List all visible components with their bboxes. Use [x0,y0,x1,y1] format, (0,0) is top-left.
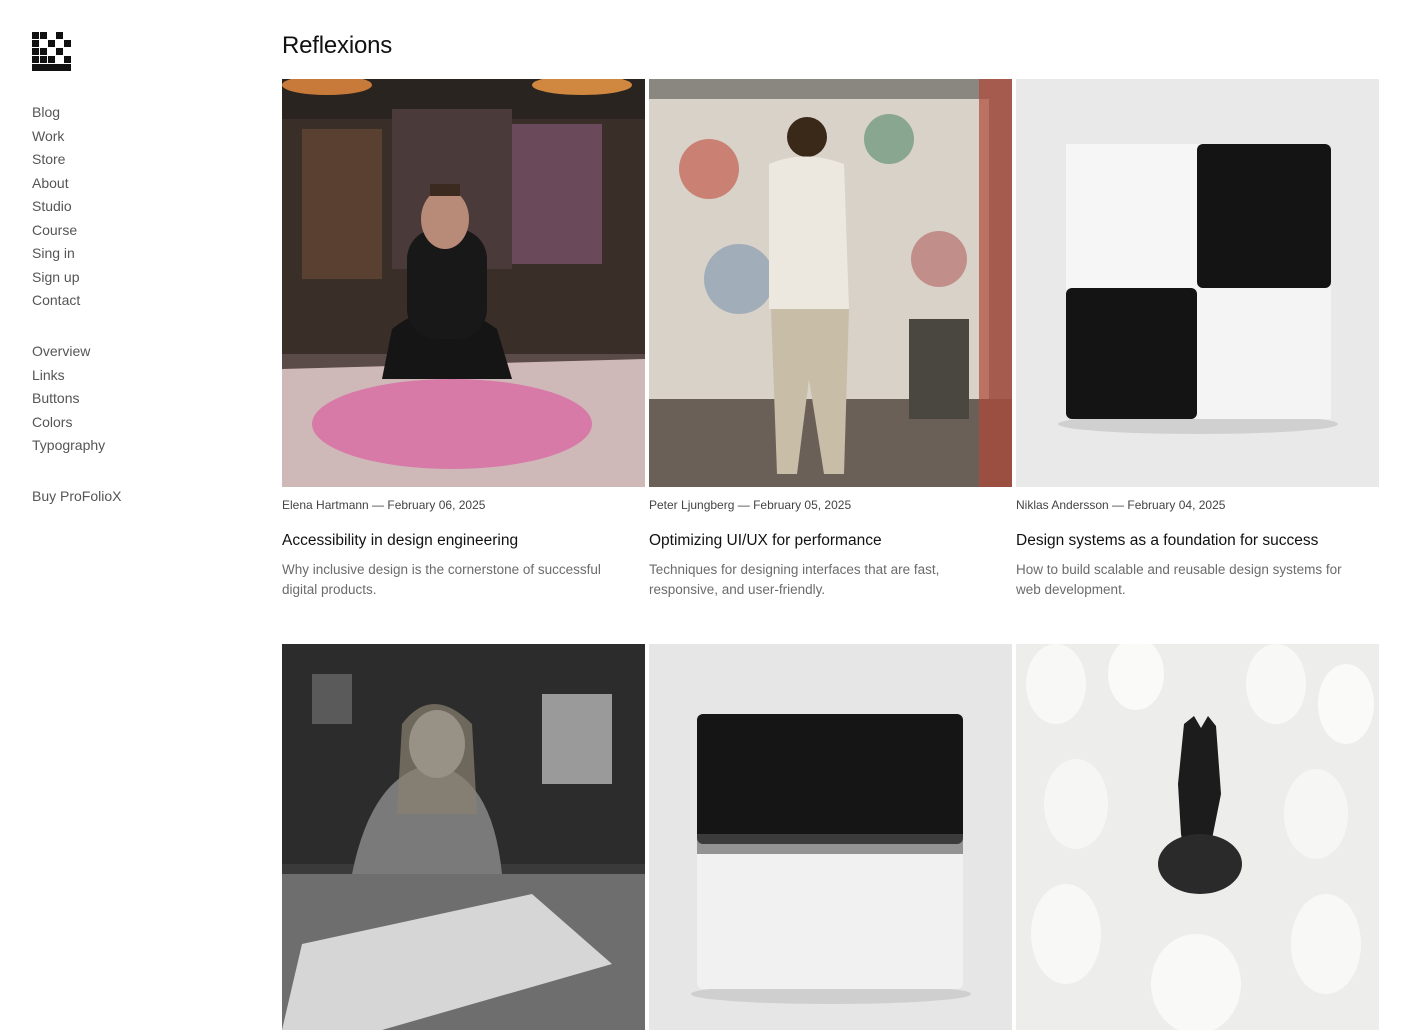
page-title: Reflexions [282,32,393,59]
nav-item-sign-in[interactable]: Sing in [32,242,80,266]
woman-drawing-photo[interactable] [282,644,645,1030]
nav-item-buttons[interactable]: Buttons [32,387,105,411]
post-description: Techniques for designing interfaces that… [649,562,940,597]
post-meta: Peter Ljungberg — February 05, 2025 [649,498,852,512]
post-card: Niklas Andersson — February 04, 2025 Des… [1016,79,1379,599]
nav-item-typography[interactable]: Typography [32,434,105,458]
secondary-nav: Overview Links Buttons Colors Typography [32,340,105,458]
post-meta: Elena Hartmann — February 06, 2025 [282,498,486,512]
nav-item-work[interactable]: Work [32,125,80,149]
nav-item-sign-up[interactable]: Sign up [32,266,80,290]
post-card [649,644,1012,1030]
post-title[interactable]: Accessibility in design engineering [282,531,645,551]
nav-item-studio[interactable]: Studio [32,195,80,219]
checkered-cube-photo[interactable] [1016,79,1379,487]
buy-nav: Buy ProFolioX [32,485,121,509]
post-card [282,644,645,1030]
post-meta: Niklas Andersson — February 04, 2025 [1016,498,1226,512]
post-title[interactable]: Optimizing UI/UX for performance [649,531,1012,551]
post-description: How to build scalable and reusable desig… [1016,562,1342,597]
nav-item-contact[interactable]: Contact [32,289,80,313]
nav-item-course[interactable]: Course [32,219,80,243]
post-title[interactable]: Design systems as a foundation for succe… [1016,531,1379,551]
checkered-logo-icon[interactable] [32,32,71,71]
nav-item-about[interactable]: About [32,172,80,196]
black-horse-among-white-horses-photo[interactable] [1016,644,1379,1030]
nav-item-blog[interactable]: Blog [32,101,80,125]
post-description: Why inclusive design is the cornerstone … [282,562,601,597]
black-white-cube-photo[interactable] [649,644,1012,1030]
buy-link[interactable]: Buy ProFolioX [32,485,121,509]
nav-item-store[interactable]: Store [32,148,80,172]
post-card: Peter Ljungberg — February 05, 2025 Opti… [649,79,1012,599]
nav-item-links[interactable]: Links [32,364,105,388]
main-nav: Blog Work Store About Studio Course Sing… [32,101,80,313]
post-card: Elena Hartmann — February 06, 2025 Acces… [282,79,645,599]
nav-item-overview[interactable]: Overview [32,340,105,364]
tattooed-artist-at-table-photo[interactable] [282,79,645,487]
post-card [1016,644,1379,1030]
nav-item-colors[interactable]: Colors [32,411,105,435]
painter-at-canvas-photo[interactable] [649,79,1012,487]
